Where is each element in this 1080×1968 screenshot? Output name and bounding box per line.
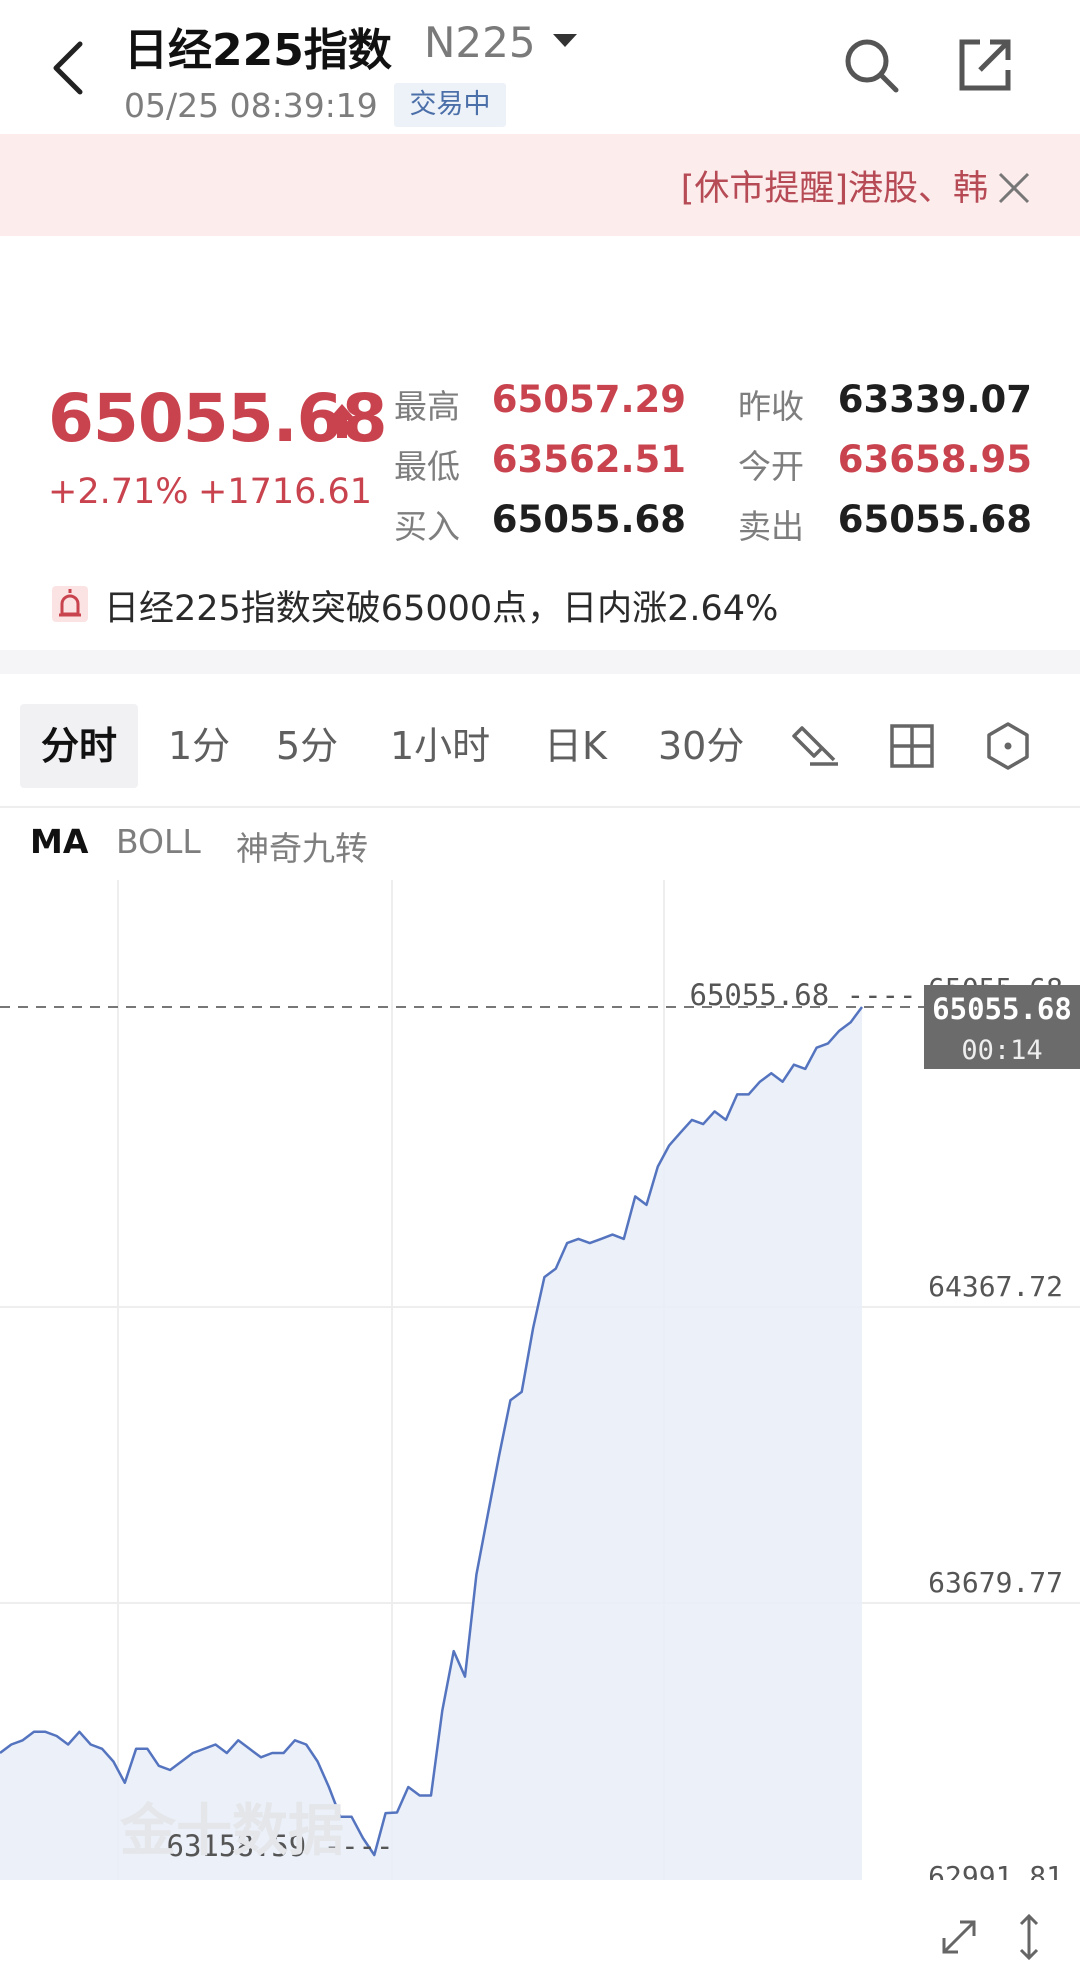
change-percent: +2.71% xyxy=(48,472,189,512)
tab-1min[interactable]: 1分 xyxy=(168,704,230,788)
intraday-chart[interactable]: 65055.68 64367.72 63679.77 62991.81 65055.68… xyxy=(0,880,1080,1880)
watermark-text: 金十数据 xyxy=(119,1799,344,1864)
page-title: 日经225指数 xyxy=(124,25,392,76)
timestamp: 05/25 08:39:19 xyxy=(124,86,378,125)
closure-notice-banner[interactable]: [休市提醒]港股、韩 xyxy=(0,134,1080,236)
stat-label-ask: 卖出 xyxy=(738,507,804,546)
stat-label-bid: 买入 xyxy=(394,507,460,546)
stat-value-bid: 65055.68 xyxy=(491,498,686,541)
last-price-tag-value: 65055.68 xyxy=(932,992,1072,1026)
share-icon[interactable] xyxy=(952,32,1018,98)
settings-hexagon-icon[interactable] xyxy=(980,718,1036,774)
stat-value-low: 63562.51 xyxy=(491,438,686,481)
period-tabs: 分时 1分 5分 1小时 日K 30分 xyxy=(0,674,1080,808)
alarm-icon xyxy=(52,586,88,622)
indicator-boll[interactable]: BOLL xyxy=(116,822,201,861)
tab-5min[interactable]: 5分 xyxy=(276,704,338,788)
drawing-tool-icon[interactable] xyxy=(788,718,844,774)
stat-value-high: 65057.29 xyxy=(491,378,686,421)
layout-grid-icon[interactable] xyxy=(884,718,940,774)
close-icon[interactable] xyxy=(994,168,1034,208)
high-marker-label: 65055.68 ---- xyxy=(690,978,917,1012)
stat-label-low: 最低 xyxy=(394,447,460,486)
indicator-td-sequential[interactable]: 神奇九转 xyxy=(236,822,368,870)
chevron-down-icon[interactable] xyxy=(553,34,577,47)
indicator-ma[interactable]: MA xyxy=(30,822,88,861)
notice-text: [休市提醒]港股、韩 xyxy=(680,169,988,209)
y-axis-label: 62991.81 xyxy=(928,1860,1063,1880)
countdown-label: 00:14 xyxy=(961,1035,1042,1066)
top-bar: 日经225指数 N225 05/25 08:39:19 交易中 xyxy=(0,0,1080,134)
y-axis-label: 63679.77 xyxy=(928,1566,1063,1599)
stat-label-open: 今开 xyxy=(738,447,804,486)
stat-value-open: 63658.95 xyxy=(837,438,1032,481)
y-axis-label: 64367.72 xyxy=(928,1270,1063,1303)
arrow-up-icon xyxy=(328,404,356,438)
back-arrow-icon[interactable] xyxy=(44,38,94,98)
change-amount: +1716.61 xyxy=(198,472,373,512)
stat-value-prev-close: 63339.07 xyxy=(837,378,1032,421)
tab-daily-k[interactable]: 日K xyxy=(544,704,607,788)
news-alert[interactable]: 日经225指数突破65000点，日内涨2.64% xyxy=(52,580,1052,630)
tabs-divider xyxy=(0,806,1080,808)
tab-intraday[interactable]: 分时 xyxy=(20,704,138,788)
fullscreen-icon[interactable] xyxy=(934,1912,984,1962)
section-divider xyxy=(0,650,1080,674)
stat-label-prev-close: 昨收 xyxy=(738,387,804,426)
vertical-expand-icon[interactable] xyxy=(1004,1912,1054,1962)
price-area-fill xyxy=(0,1007,862,1880)
tab-30min[interactable]: 30分 xyxy=(658,704,744,788)
tab-1hour[interactable]: 1小时 xyxy=(390,704,490,788)
symbol-selector[interactable]: N225 xyxy=(424,18,536,67)
stat-label-high: 最高 xyxy=(394,387,460,426)
news-text: 日经225指数突破65000点，日内涨2.64% xyxy=(104,589,779,629)
status-badge: 交易中 xyxy=(394,83,506,127)
search-icon[interactable] xyxy=(838,32,904,98)
stat-value-ask: 65055.68 xyxy=(837,498,1032,541)
